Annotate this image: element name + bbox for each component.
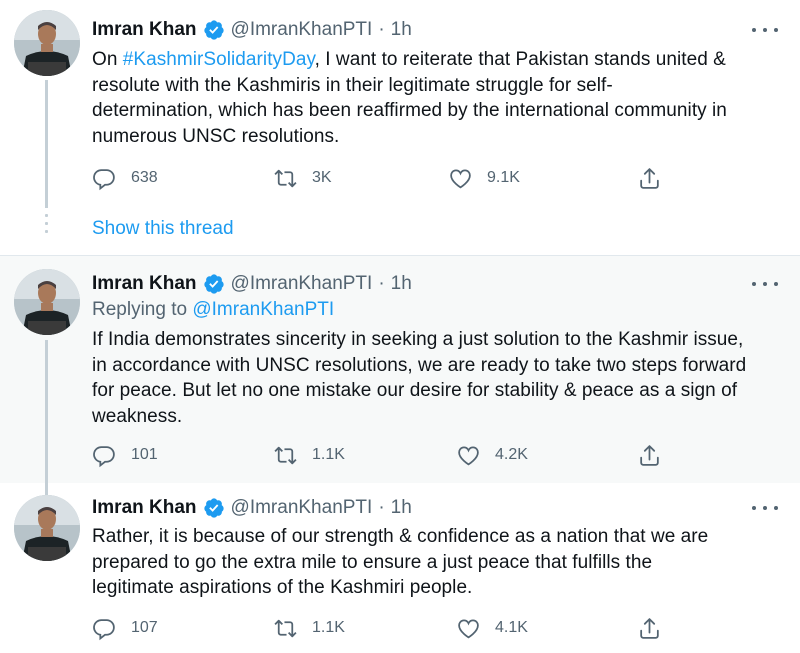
retweet-icon	[274, 619, 297, 637]
tweet-text-line: If India demonstrates sincerity in seeki…	[92, 329, 744, 350]
retweet-button[interactable]: 1.1K	[273, 613, 345, 643]
avatar-image	[14, 10, 80, 76]
author-handle[interactable]: @ImranKhanPTI	[231, 497, 373, 519]
avatar[interactable]	[14, 495, 80, 561]
avatar[interactable]	[14, 10, 80, 76]
separator-dot: ·	[378, 273, 385, 294]
tweet-text-line: weakness.	[92, 405, 183, 427]
tweet-text-line: resolute with the Kashmiris in their leg…	[92, 74, 613, 96]
avatar-image	[14, 269, 80, 335]
tweet-header: Imran Khan @ImranKhanPTI · 1h	[92, 17, 412, 43]
author-name[interactable]: Imran Khan	[92, 497, 197, 519]
avatar[interactable]	[14, 269, 80, 335]
tweet-text-line: On #KashmirSolidarityDay, I want to reit…	[92, 47, 782, 73]
thread-connector	[45, 483, 48, 495]
author-name[interactable]: Imran Khan	[92, 273, 197, 295]
like-button[interactable]: 4.1K	[456, 613, 528, 643]
retweet-button[interactable]: 1.1K	[273, 440, 345, 470]
tweet-header: Imran Khan @ImranKhanPTI · 1h	[92, 495, 412, 521]
tweet-text-line: legitimate aspirations of the Kashmiri p…	[92, 577, 473, 598]
retweet-count: 1.1K	[312, 446, 345, 463]
like-button[interactable]: 9.1K	[448, 163, 520, 193]
like-icon	[458, 445, 479, 465]
reply-count: 101	[131, 446, 158, 463]
avatar-image	[14, 495, 80, 561]
tweet-text: If India demonstrates sincerity in seeki…	[92, 327, 782, 429]
share-button[interactable]	[637, 613, 676, 643]
more-options-icon[interactable]	[752, 20, 778, 40]
tweet-text: Rather, it is because of our strength & …	[92, 524, 782, 601]
thread-connector	[45, 80, 48, 208]
tweet-text: On #KashmirSolidarityDay, I want to reit…	[92, 47, 782, 149]
tweet-text-line: in accordance with UNSC resolutions, we …	[92, 354, 747, 376]
reply-button[interactable]: 107	[92, 613, 158, 643]
like-count: 4.1K	[495, 619, 528, 636]
author-handle[interactable]: @ImranKhanPTI	[231, 273, 373, 295]
timestamp[interactable]: 1h	[391, 19, 412, 41]
share-icon	[640, 444, 659, 466]
reply-count: 107	[131, 619, 158, 636]
replying-to: Replying to @ImranKhanPTI	[92, 299, 334, 321]
replying-to-link[interactable]: @ImranKhanPTI	[192, 299, 334, 320]
replying-prefix: Replying to	[92, 299, 193, 320]
share-button[interactable]	[637, 163, 676, 193]
thread-connector	[45, 340, 48, 483]
like-count: 4.2K	[495, 446, 528, 463]
share-button[interactable]	[637, 440, 676, 470]
reply-icon	[93, 168, 115, 190]
separator-dot: ·	[378, 497, 385, 518]
verified-badge-icon	[203, 20, 224, 40]
tweet-actions: 638 3K 9.1K	[92, 163, 672, 193]
share-icon	[640, 167, 659, 189]
reply-icon	[93, 445, 115, 467]
verified-badge-icon	[203, 274, 224, 294]
verified-badge-icon	[203, 498, 224, 518]
share-icon	[640, 617, 659, 639]
more-options-icon[interactable]	[752, 274, 778, 294]
retweet-icon	[274, 169, 297, 187]
thread-dots	[45, 214, 48, 238]
reply-icon	[93, 618, 115, 640]
tweet-header: Imran Khan @ImranKhanPTI · 1h	[92, 271, 412, 297]
tweet-3[interactable]: Imran Khan @ImranKhanPTI · 1h Rather, it…	[0, 483, 800, 653]
reply-button[interactable]: 101	[92, 440, 158, 470]
tweet-text-line: Rather, it is because of our strength & …	[92, 526, 709, 547]
reply-button[interactable]: 638	[92, 163, 158, 193]
separator-dot: ·	[378, 19, 385, 40]
author-name[interactable]: Imran Khan	[92, 19, 197, 41]
tweet-text-line: numerous UNSC resolutions.	[92, 125, 340, 147]
like-icon	[450, 168, 471, 188]
retweet-count: 3K	[312, 169, 332, 186]
tweet-2[interactable]: Imran Khan @ImranKhanPTI · 1h Replying t…	[0, 256, 800, 483]
hashtag-link[interactable]: #KashmirSolidarityDay	[123, 49, 315, 70]
author-handle[interactable]: @ImranKhanPTI	[231, 19, 373, 41]
tweet-actions: 107 1.1K 4.1K	[92, 613, 672, 643]
reply-count: 638	[131, 169, 158, 186]
text-segment: On	[92, 49, 123, 70]
like-icon	[458, 618, 479, 638]
retweet-count: 1.1K	[312, 619, 345, 636]
retweet-button[interactable]: 3K	[273, 163, 332, 193]
tweet-text-line: for peace. But let no one mistake our de…	[92, 380, 738, 401]
timestamp[interactable]: 1h	[391, 497, 412, 519]
text-segment: , I want to reiterate that Pakistan stan…	[314, 49, 726, 70]
more-options-icon[interactable]	[752, 498, 778, 518]
show-thread-link[interactable]: Show this thread	[92, 218, 234, 240]
retweet-icon	[274, 446, 297, 464]
tweet-actions: 101 1.1K 4.2K	[92, 440, 672, 470]
like-button[interactable]: 4.2K	[456, 440, 528, 470]
tweet-text-line: determination, which has been reaffirmed…	[92, 100, 727, 121]
tweet-text-line: prepared to go the extra mile to ensure …	[92, 551, 653, 573]
timestamp[interactable]: 1h	[391, 273, 412, 295]
like-count: 9.1K	[487, 169, 520, 186]
tweet-1[interactable]: Imran Khan @ImranKhanPTI · 1h On #Kashmi…	[0, 0, 800, 255]
